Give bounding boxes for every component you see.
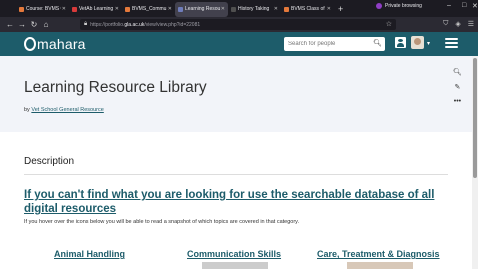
new-tab-button[interactable]: + [338,4,343,14]
tab-favicon-icon [72,6,77,12]
tab-favicon-icon [19,6,24,12]
avatar[interactable] [411,36,424,49]
pocket-icon[interactable]: ⛉ [443,20,448,28]
category-care-treatment-diagnosis[interactable]: Care, Treatment & Diagnosis [317,249,440,259]
browser-tab[interactable]: VetAb Learning ✕ [69,2,122,17]
forward-arrow-icon[interactable]: → [16,20,28,29]
minimize-icon[interactable]: – [447,2,451,9]
logo-text: mahara [37,36,86,52]
author-link[interactable]: Vet School General Resource [31,107,103,113]
close-tab-icon[interactable]: ✕ [274,6,278,12]
tab-favicon-icon [178,6,183,12]
reload-icon[interactable]: ↻ [28,20,40,29]
hover-instructions: If you hover over the icons below you wi… [24,219,300,225]
lock-icon: 🔒︎ [84,21,88,27]
category-image[interactable] [347,262,413,269]
user-menu-button[interactable] [395,37,406,48]
mahara-logo-mark-icon [24,37,36,51]
user-head-icon [398,39,403,42]
scrollbar-thumb[interactable] [473,58,477,178]
browser-tab[interactable]: BVMS Class of ✕ [281,2,334,17]
extension-icon[interactable]: ◈ [455,20,460,28]
close-tab-icon[interactable]: ✕ [327,6,331,12]
page-tools: 🔍︎ ✎ ••• [453,68,462,105]
maximize-icon[interactable]: □ [462,2,466,9]
category-animal-handling[interactable]: Animal Handling [54,249,125,259]
browser-tab[interactable]: Course: BVMS Co ✕ [16,2,69,17]
close-tab-icon[interactable]: ✕ [168,6,172,12]
menu-icon[interactable]: ☰ [468,20,474,28]
address-bar[interactable]: 🔒︎ https://portfolio.gla.ac.uk/view/view… [80,19,396,30]
tab-label: History Taking [238,6,270,12]
search-icon[interactable]: 🔍︎ [373,39,382,47]
browser-nav-bar: ← → ↻ ⌂ 🔒︎ https://portfolio.gla.ac.uk/v… [0,17,478,32]
tab-favicon-icon [125,6,130,12]
byline-prefix: by [24,107,30,113]
tab-favicon-icon [284,6,289,12]
chevron-down-icon[interactable]: ▾ [427,40,430,47]
tab-label: Learning Resou [185,6,220,12]
page-content: Learning Resource Library by Vet School … [0,56,478,269]
category-communication-skills[interactable]: Communication Skills [187,249,281,259]
site-header: mahara 🔍︎ ▾ [0,32,478,56]
close-tab-icon[interactable]: ✕ [221,6,225,12]
browser-tab-active[interactable]: Learning Resou ✕ [175,1,228,17]
private-mask-icon [376,3,382,9]
home-icon[interactable]: ⌂ [40,20,52,29]
zoom-icon[interactable]: 🔍︎ [453,68,462,76]
tab-favicon-icon [231,6,236,12]
more-icon[interactable]: ••• [454,98,461,105]
scrollbar[interactable] [472,56,478,269]
private-browsing-badge: Private browsing [376,3,422,9]
user-body-icon [397,43,404,47]
resource-database-link[interactable]: If you can't find what you are looking f… [24,188,444,216]
people-search: 🔍︎ [284,37,385,51]
back-arrow-icon[interactable]: ← [4,20,16,29]
tab-label: BVMS_Commu [132,6,167,12]
close-tab-icon[interactable]: ✕ [115,6,119,12]
mahara-logo[interactable]: mahara [24,36,86,52]
tab-label: VetAb Learning [79,6,114,12]
close-window-icon[interactable]: ✕ [472,2,478,10]
divider [24,174,448,175]
browser-tab[interactable]: History Taking ✕ [228,2,281,17]
category-image[interactable] [202,262,268,269]
tab-label: Course: BVMS Co [26,6,61,12]
private-browsing-label: Private browsing [385,3,422,9]
byline: by Vet School General Resource [24,107,104,113]
search-input[interactable] [284,41,369,47]
section-heading: Description [24,156,75,167]
close-tab-icon[interactable]: ✕ [62,6,66,12]
browser-tab[interactable]: BVMS_Commu ✕ [122,2,175,17]
url-text: https://portfolio.gla.ac.uk/view/view.ph… [90,21,201,28]
tab-label: BVMS Class of [291,6,325,12]
page-title: Learning Resource Library [24,79,207,96]
pencil-icon[interactable]: ✎ [455,83,461,91]
bookmark-star-icon[interactable]: ☆ [386,20,392,28]
hamburger-menu-icon[interactable] [445,38,458,50]
